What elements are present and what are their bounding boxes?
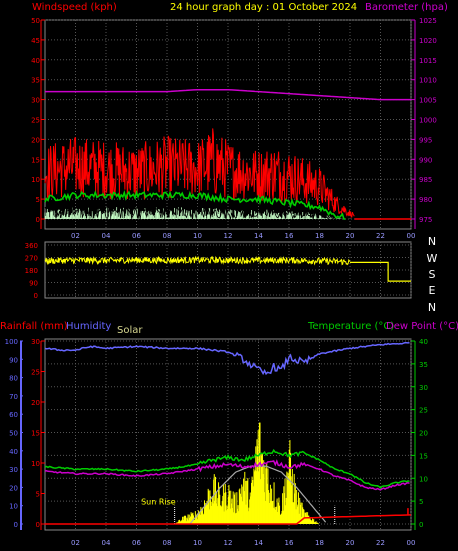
y-left-tick-label: 50: [31, 17, 40, 25]
x-tick-label: 04: [102, 232, 111, 240]
x-tick-label: 10: [193, 539, 202, 547]
x-tick-label: 00: [407, 232, 416, 240]
rain-humidity-temp-panel: 0102030405060708090100051015202530051015…: [5, 338, 428, 547]
humidity-label: Humidity: [66, 321, 111, 332]
y-right-tick-label: 985: [419, 176, 432, 184]
rain-tick-label: 25: [31, 369, 40, 377]
x-tick-label: 14: [254, 232, 263, 240]
x-tick-label: 02: [71, 232, 80, 240]
temp-tick-label: 30: [419, 384, 428, 392]
temp-tick-label: 25: [419, 407, 428, 415]
y-left-tick-label: 0: [36, 216, 40, 224]
x-tick-label: 14: [254, 539, 263, 547]
x-tick-label: 00: [407, 539, 416, 547]
y-left-tick-label: 20: [31, 136, 40, 144]
y-left-tick-label: 90: [29, 280, 38, 288]
x-tick-label: 02: [71, 539, 80, 547]
humidity-tick-label: 90: [9, 356, 18, 364]
humidity-tick-label: 100: [5, 338, 18, 346]
humidity-tick-label: 30: [9, 466, 18, 474]
y-left-tick-label: 35: [31, 77, 40, 85]
barometer-label: Barometer (hpa): [365, 2, 448, 13]
y-left-tick-label: 5: [36, 196, 40, 204]
temp-tick-label: 40: [419, 338, 428, 346]
humidity-tick-label: 0: [14, 521, 18, 529]
y-left-tick-label: 45: [31, 37, 40, 45]
humidity-tick-label: 70: [9, 393, 18, 401]
sunrise-label: Sun Rise: [141, 497, 176, 506]
rain-tick-label: 5: [36, 491, 40, 499]
temp-tick-label: 5: [419, 498, 423, 506]
wind-barometer-panel: 0510152025303540455097598098599099510001…: [31, 17, 437, 240]
y-right-tick-label: 1010: [419, 77, 437, 85]
temp-tick-label: 0: [419, 521, 423, 529]
humidity-tick-label: 50: [9, 430, 18, 438]
humidity-line: [44, 341, 410, 376]
rain-tick-label: 10: [31, 460, 40, 468]
weather-graphs: Windspeed (kph) 24 hour graph day : 01 O…: [0, 2, 458, 547]
humidity-tick-label: 10: [9, 503, 18, 511]
x-tick-label: 06: [132, 539, 141, 547]
rainfall-label: Rainfall (mm): [0, 321, 68, 332]
temp-tick-label: 35: [419, 361, 428, 369]
y-left-tick-label: 10: [31, 176, 40, 184]
y-right-tick-label: 1000: [419, 117, 437, 125]
x-tick-label: 16: [285, 539, 294, 547]
wind-direction-panel: 360270180900NWSEN: [25, 235, 438, 314]
y-left-tick-label: 40: [31, 57, 40, 65]
x-tick-label: 20: [346, 539, 355, 547]
dew-point-label: Dew Point (°C): [386, 321, 458, 332]
x-tick-label: 10: [193, 232, 202, 240]
compass-label: S: [429, 268, 436, 281]
rain-tick-label: 15: [31, 430, 40, 438]
humidity-tick-label: 40: [9, 448, 18, 456]
solar-label: Solar: [117, 325, 143, 336]
x-tick-label: 06: [132, 232, 141, 240]
rain-tick-label: 20: [31, 399, 40, 407]
compass-label: N: [428, 235, 436, 248]
x-tick-label: 18: [315, 539, 324, 547]
x-tick-label: 16: [285, 232, 294, 240]
y-left-tick-label: 15: [31, 156, 40, 164]
x-tick-label: 18: [315, 232, 324, 240]
x-tick-label: 22: [376, 539, 385, 547]
compass-label: N: [428, 301, 436, 314]
x-tick-label: 20: [346, 232, 355, 240]
rain-tick-label: 0: [36, 521, 40, 529]
y-right-tick-label: 1015: [419, 57, 437, 65]
y-left-tick-label: 180: [25, 267, 38, 275]
temperature-label: Temperature (°C): [307, 321, 394, 332]
y-right-tick-label: 995: [419, 136, 432, 144]
x-tick-label: 04: [102, 539, 111, 547]
y-left-tick-label: 30: [31, 97, 40, 105]
y-right-tick-label: 1005: [419, 97, 437, 105]
humidity-tick-label: 60: [9, 411, 18, 419]
compass-label: E: [429, 284, 436, 297]
y-right-tick-label: 1025: [419, 17, 437, 25]
rain-tick-label: 30: [31, 338, 40, 346]
y-right-tick-label: 990: [419, 156, 432, 164]
dew-point-line: [44, 459, 410, 491]
y-right-tick-label: 980: [419, 196, 432, 204]
y-left-tick-label: 25: [31, 117, 40, 125]
y-right-tick-label: 975: [419, 216, 432, 224]
chart-title: 24 hour graph day : 01 October 2024: [170, 2, 357, 13]
temp-tick-label: 10: [419, 475, 428, 483]
y-right-tick-label: 1020: [419, 37, 437, 45]
temp-tick-label: 20: [419, 430, 428, 438]
windspeed-label: Windspeed (kph): [32, 2, 117, 13]
x-tick-label: 08: [163, 232, 172, 240]
x-tick-label: 12: [224, 232, 233, 240]
humidity-tick-label: 20: [9, 484, 18, 492]
humidity-tick-label: 80: [9, 375, 18, 383]
x-tick-label: 22: [376, 232, 385, 240]
temp-tick-label: 15: [419, 452, 428, 460]
compass-label: W: [427, 252, 438, 265]
x-tick-label: 08: [163, 539, 172, 547]
x-tick-label: 12: [224, 539, 233, 547]
y-left-tick-label: 270: [25, 255, 38, 263]
y-left-tick-label: 360: [25, 242, 38, 250]
y-left-tick-label: 0: [34, 292, 38, 300]
